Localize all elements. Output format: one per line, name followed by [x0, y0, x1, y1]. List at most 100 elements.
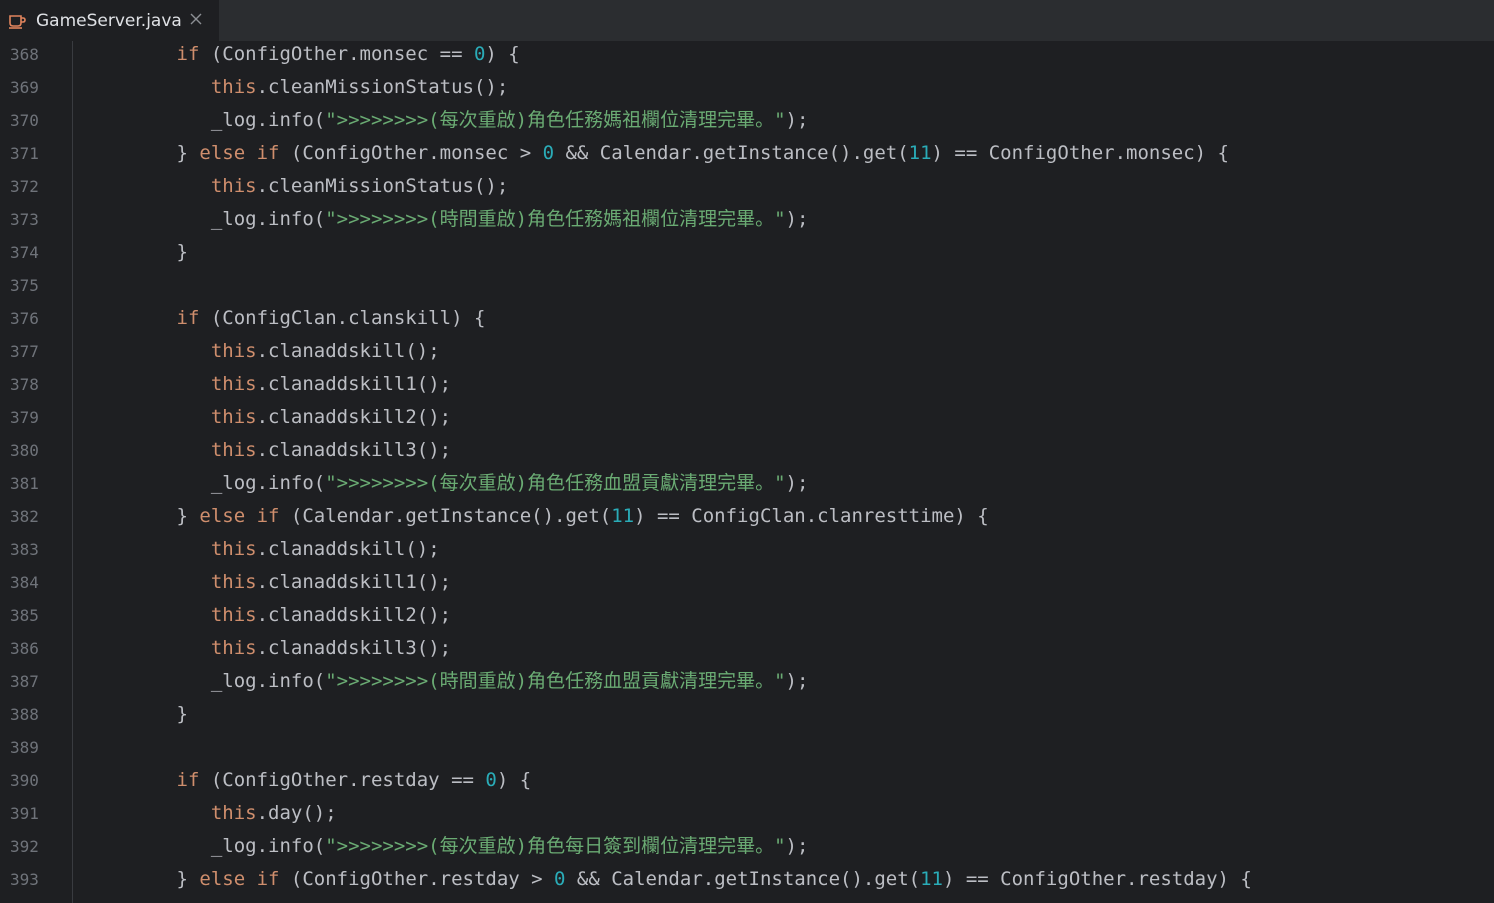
code-text: _log.info(">>>>>>>>(每次重啟)角色任務血盟貢獻清理完畢。")…: [85, 467, 809, 500]
close-icon[interactable]: [189, 12, 203, 26]
code-text: this.clanaddskill1();: [85, 368, 451, 401]
code-line[interactable]: 369 this.cleanMissionStatus();: [0, 71, 1494, 104]
code-token: ) == ConfigClan.clanresttime) {: [634, 505, 989, 527]
code-editor[interactable]: 368 if (ConfigOther.monsec == 0) {369 th…: [0, 41, 1494, 903]
code-line[interactable]: 374 }: [0, 236, 1494, 269]
code-token: this: [210, 373, 257, 395]
code-line[interactable]: 386 this.clanaddskill3();: [0, 632, 1494, 665]
code-line[interactable]: 390 if (ConfigOther.restday == 0) {: [0, 764, 1494, 797]
code-token: 0: [473, 43, 486, 65]
code-line[interactable]: 392 _log.info(">>>>>>>>(每次重啟)角色每日簽到欄位清理完…: [0, 830, 1494, 863]
line-number: 376: [10, 309, 39, 328]
code-token: .clanaddskill3();: [256, 439, 452, 461]
code-token: else if: [199, 142, 280, 164]
code-token: }: [176, 142, 200, 164]
code-token: this: [210, 175, 257, 197]
line-number: 384: [10, 573, 39, 592]
code-token: this: [210, 406, 257, 428]
code-token: );: [785, 208, 809, 230]
code-text: _log.info(">>>>>>>>(每次重啟)角色任務媽祖欄位清理完畢。")…: [85, 104, 809, 137]
code-token: _log.info(: [210, 208, 326, 230]
code-line[interactable]: 381 _log.info(">>>>>>>>(每次重啟)角色任務血盟貢獻清理完…: [0, 467, 1494, 500]
tab-gameserver-java[interactable]: GameServer.java: [0, 0, 219, 41]
line-number: 388: [10, 705, 39, 724]
code-text: this.clanaddskill2();: [85, 599, 451, 632]
code-line[interactable]: 375: [0, 269, 1494, 302]
code-line[interactable]: 389: [0, 731, 1494, 764]
code-token: ">>>>>>>>(時間重啟)角色任務血盟貢獻清理完畢。": [325, 670, 786, 692]
code-token: this: [210, 76, 257, 98]
java-file-icon: [9, 15, 26, 29]
code-line[interactable]: 393 } else if (ConfigOther.restday > 0 &…: [0, 863, 1494, 896]
code-text: this.day();: [85, 797, 337, 830]
code-token: _log.info(: [210, 670, 326, 692]
code-text: _log.info(">>>>>>>>(時間重啟)角色任務媽祖欄位清理完畢。")…: [85, 203, 809, 236]
line-number: 368: [10, 45, 39, 64]
code-text: }: [85, 698, 188, 731]
code-token: ) == ConfigOther.restday) {: [942, 868, 1252, 890]
code-token: .clanaddskill3();: [256, 637, 452, 659]
code-line[interactable]: 383 this.clanaddskill();: [0, 533, 1494, 566]
code-token: 11: [920, 868, 943, 890]
code-token: if: [176, 43, 200, 65]
code-token: this: [210, 340, 257, 362]
code-text: _log.info(">>>>>>>>(時間重啟)角色任務血盟貢獻清理完畢。")…: [85, 665, 809, 698]
code-token: }: [176, 241, 188, 263]
code-token: else if: [199, 505, 280, 527]
code-token: this: [210, 571, 257, 593]
code-token: 0: [554, 868, 566, 890]
code-token: this: [210, 538, 257, 560]
line-number: 393: [10, 870, 39, 889]
code-token: .clanaddskill2();: [256, 406, 452, 428]
line-number: 387: [10, 672, 39, 691]
code-token: 0: [542, 142, 555, 164]
code-line[interactable]: 388 }: [0, 698, 1494, 731]
code-token: 11: [908, 142, 932, 164]
code-line[interactable]: 378 this.clanaddskill1();: [0, 368, 1494, 401]
code-token: ) {: [485, 43, 520, 65]
code-line[interactable]: 368 if (ConfigOther.monsec == 0) {: [0, 41, 1494, 71]
code-line[interactable]: 387 _log.info(">>>>>>>>(時間重啟)角色任務血盟貢獻清理完…: [0, 665, 1494, 698]
code-token: (ConfigOther.restday >: [279, 868, 555, 890]
code-token: .clanaddskill1();: [256, 373, 452, 395]
line-number: 382: [10, 507, 39, 526]
code-token: ">>>>>>>>(每次重啟)角色每日簽到欄位清理完畢。": [325, 835, 786, 857]
code-token: if: [176, 307, 200, 329]
code-token: .clanaddskill();: [256, 538, 440, 560]
code-line[interactable]: 373 _log.info(">>>>>>>>(時間重啟)角色任務媽祖欄位清理完…: [0, 203, 1494, 236]
code-line[interactable]: 384 this.clanaddskill1();: [0, 566, 1494, 599]
code-line[interactable]: 385 this.clanaddskill2();: [0, 599, 1494, 632]
line-number: 372: [10, 177, 39, 196]
code-line[interactable]: 379 this.clanaddskill2();: [0, 401, 1494, 434]
code-token: (ConfigOther.monsec >: [279, 142, 543, 164]
code-token: (ConfigOther.monsec ==: [199, 43, 474, 65]
code-line[interactable]: 380 this.clanaddskill3();: [0, 434, 1494, 467]
code-token: (ConfigClan.clanskill) {: [199, 307, 486, 329]
code-line[interactable]: 372 this.cleanMissionStatus();: [0, 170, 1494, 203]
code-line[interactable]: 391 this.day();: [0, 797, 1494, 830]
code-text: if (ConfigClan.clanskill) {: [85, 302, 486, 335]
code-line[interactable]: 376 if (ConfigClan.clanskill) {: [0, 302, 1494, 335]
line-number: 374: [10, 243, 39, 262]
code-line[interactable]: 377 this.clanaddskill();: [0, 335, 1494, 368]
code-line[interactable]: 371 } else if (ConfigOther.monsec > 0 &&…: [0, 137, 1494, 170]
line-number: 389: [10, 738, 39, 757]
code-token: ) == ConfigOther.monsec) {: [931, 142, 1229, 164]
line-number: 373: [10, 210, 39, 229]
code-token: else if: [199, 868, 280, 890]
code-line[interactable]: 370 _log.info(">>>>>>>>(每次重啟)角色任務媽祖欄位清理完…: [0, 104, 1494, 137]
code-line[interactable]: 382 } else if (Calendar.getInstance().ge…: [0, 500, 1494, 533]
